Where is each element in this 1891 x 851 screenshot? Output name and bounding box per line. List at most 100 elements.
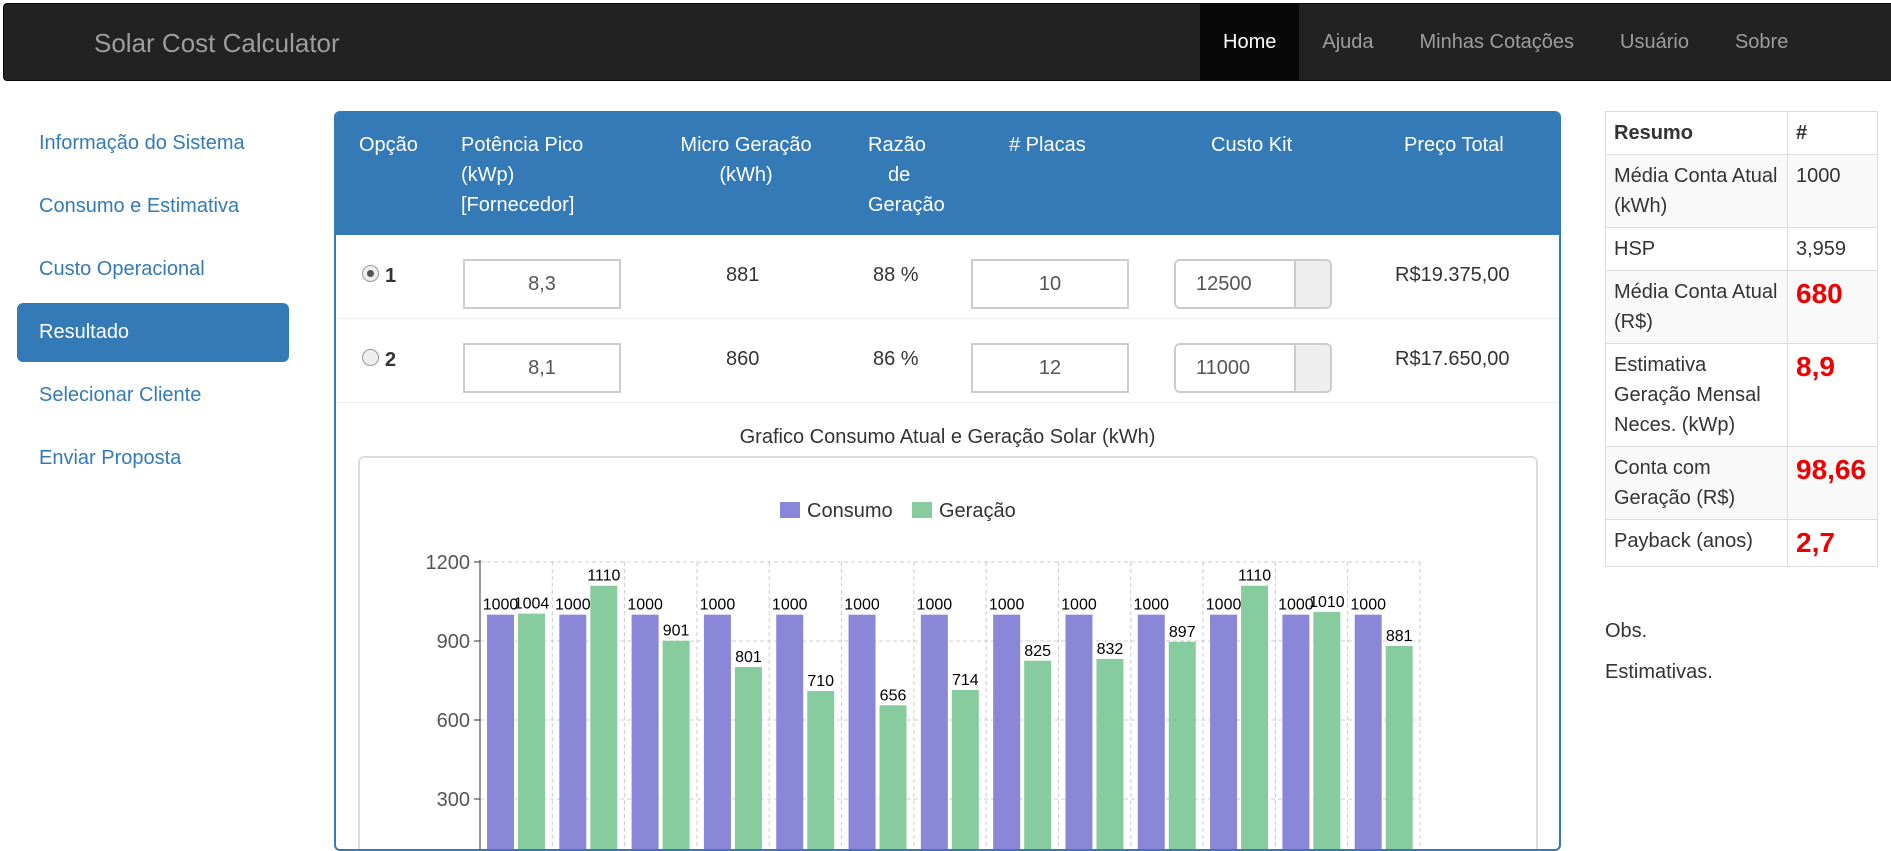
bar-consumo — [559, 614, 587, 849]
bar-geracao — [590, 585, 618, 849]
nav-usuario[interactable]: Usuário — [1597, 4, 1712, 80]
summary-label: Estimativa Geração Mensal Neces. (kWp) — [1605, 343, 1788, 447]
razao-value: 88 % — [873, 264, 919, 286]
summary-header-label: Resumo — [1605, 111, 1788, 155]
option-number: 1 — [385, 265, 397, 287]
header-micro-geracao: Micro Geração (kWh) — [676, 130, 816, 190]
sidebar-item-informacao-sistema[interactable]: Informação do Sistema — [17, 114, 289, 173]
bar-geracao — [1313, 612, 1341, 849]
bar-label: 1010 — [1309, 594, 1345, 611]
bar-consumo — [1137, 614, 1165, 849]
results-panel: Opção Potência Pico (kWp) [Fornecedor] M… — [334, 111, 1561, 851]
custo-kit-addon[interactable] — [1294, 261, 1330, 307]
bar-label: 1000 — [1350, 597, 1386, 614]
table-row: 1 8,3 881 88 % 10 12500 R$19.375,00 — [336, 235, 1559, 319]
nav-menu: Home Ajuda Minhas Cotações Usuário Sobre — [1200, 4, 1811, 80]
preco-total-value: R$19.375,00 — [1395, 264, 1510, 286]
bar-label: 1000 — [1133, 597, 1169, 614]
bar-label: 1004 — [514, 596, 550, 613]
legend-label-0: Consumo — [807, 500, 893, 522]
summary-label: HSP — [1605, 227, 1788, 271]
sidebar-item-resultado[interactable]: Resultado — [17, 303, 289, 362]
table-row: 2 8,1 860 86 % 12 11000 R$17.650,00 — [336, 319, 1559, 403]
bar-label: 897 — [1169, 624, 1196, 641]
y-tick-label: 300 — [437, 789, 470, 811]
y-tick-label: 600 — [437, 710, 470, 732]
header-preco-total: Preço Total — [1404, 134, 1504, 156]
bar-label: 901 — [663, 623, 690, 640]
summary-label: Payback (anos) — [1605, 519, 1788, 567]
sidebar-item-selecionar-cliente[interactable]: Selecionar Cliente — [17, 366, 289, 425]
header-micro-line1: Micro Geração — [680, 134, 812, 156]
placas-input[interactable]: 12 — [971, 343, 1129, 393]
navbar: Solar Cost Calculator Home Ajuda Minhas … — [3, 3, 1891, 81]
bar-geracao — [807, 691, 835, 849]
sidebar-item-custo-operacional[interactable]: Custo Operacional — [17, 240, 289, 299]
header-potencia-line2: (kWp) — [461, 164, 515, 186]
summary-value: 680 — [1787, 270, 1878, 344]
potencia-input[interactable]: 8,3 — [463, 259, 621, 309]
header-razao-line3: Geração — [868, 194, 945, 216]
bar-geracao — [518, 613, 545, 849]
summary-value: 3,959 — [1787, 227, 1878, 271]
custo-kit-addon[interactable] — [1294, 345, 1330, 391]
summary-value: 8,9 — [1787, 343, 1878, 447]
obs-label: Obs. — [1605, 620, 1648, 642]
nav-minhas-cotacoes[interactable]: Minhas Cotações — [1397, 4, 1598, 80]
chart-title: Grafico Consumo Atual e Geração Solar (k… — [739, 426, 1156, 448]
bar-label: 710 — [807, 673, 834, 690]
summary-table: Resumo # Média Conta Atual (kWh) 1000 HS… — [1605, 111, 1878, 567]
bar-label: 1000 — [627, 597, 663, 614]
legend-swatch-0 — [780, 502, 800, 518]
potencia-input[interactable]: 8,1 — [463, 343, 621, 393]
bar-label: 1000 — [700, 597, 736, 614]
preco-total-value: R$17.650,00 — [1395, 348, 1510, 370]
consumo-geracao-chart: Consumo Geração 1200 900 600 300 1000 1004 1000 1… — [426, 500, 1421, 849]
bar-geracao — [1241, 585, 1269, 849]
sidebar-item-enviar-proposta[interactable]: Enviar Proposta — [17, 429, 289, 488]
bar-label: 1000 — [1061, 597, 1097, 614]
summary-value: 98,66 — [1787, 446, 1878, 520]
bar-label: 801 — [735, 649, 762, 666]
bar-label: 1000 — [844, 597, 880, 614]
y-tick-label: 900 — [437, 631, 470, 653]
bar-geracao — [734, 667, 762, 849]
option-radio-1[interactable] — [362, 265, 379, 282]
bar-label: 832 — [1097, 641, 1124, 658]
bar-consumo — [1282, 614, 1310, 849]
nav-ajuda[interactable]: Ajuda — [1299, 4, 1396, 80]
nav-sobre[interactable]: Sobre — [1712, 4, 1811, 80]
results-table-header: Opção Potência Pico (kWp) [Fornecedor] M… — [336, 113, 1559, 235]
custo-kit-input[interactable]: 11000 — [1176, 345, 1294, 391]
bar-consumo — [1210, 614, 1238, 849]
custo-kit-input[interactable]: 12500 — [1176, 261, 1294, 307]
bar-label: 1110 — [587, 568, 620, 585]
header-razao: Razão de Geração — [868, 130, 945, 220]
brand-title[interactable]: Solar Cost Calculator — [94, 28, 340, 59]
sidebar-item-consumo-estimativa[interactable]: Consumo e Estimativa — [17, 177, 289, 236]
bar-consumo — [703, 614, 731, 849]
micro-geracao-value: 881 — [726, 264, 760, 286]
bar-consumo — [993, 614, 1021, 849]
bar-label: 881 — [1386, 628, 1413, 645]
bar-geracao — [1385, 646, 1413, 849]
bar-geracao — [1168, 641, 1196, 849]
y-tick-label: 1200 — [426, 552, 471, 574]
bar-label: 1000 — [989, 597, 1025, 614]
placas-input[interactable]: 10 — [971, 259, 1129, 309]
estimativas-label: Estimativas. — [1605, 661, 1713, 683]
legend-swatch-1 — [912, 502, 932, 518]
bar-label: 1110 — [1238, 568, 1271, 585]
summary-header-value: # — [1787, 111, 1878, 155]
nav-home[interactable]: Home — [1200, 4, 1300, 80]
custo-kit-input-group: 12500 — [1174, 259, 1332, 309]
micro-geracao-value: 860 — [726, 348, 760, 370]
bar-consumo — [848, 614, 876, 849]
summary-value: 1000 — [1787, 154, 1878, 228]
chart-container: Consumo Geração 1200 900 600 300 1000 1004 1000 1… — [358, 456, 1538, 849]
bar-geracao — [1096, 658, 1124, 849]
option-radio-2[interactable] — [362, 349, 379, 366]
bar-label: 825 — [1024, 643, 1051, 660]
header-razao-line2: de — [888, 164, 911, 186]
header-custo-kit: Custo Kit — [1211, 134, 1293, 156]
